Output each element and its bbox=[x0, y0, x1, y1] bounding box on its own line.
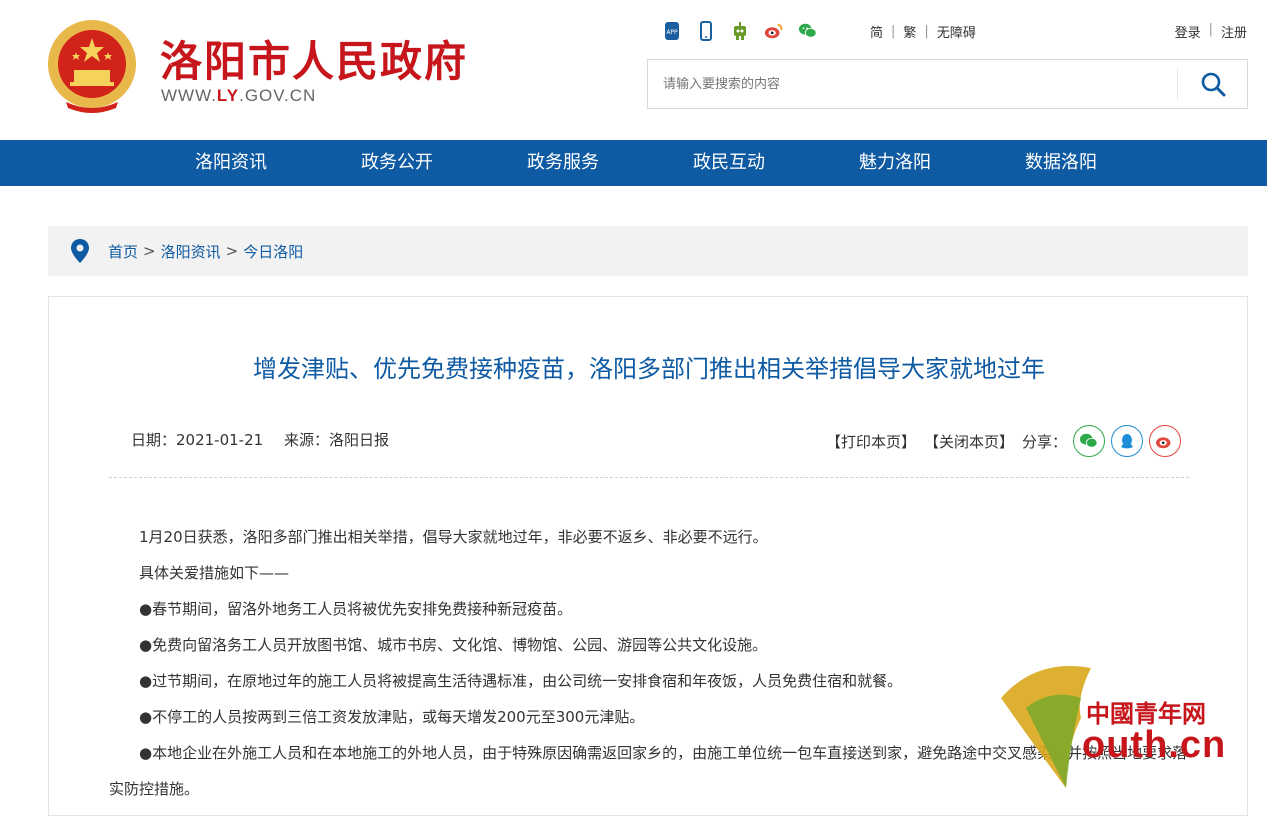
separator: | bbox=[891, 24, 896, 39]
article-tools: 【打印本页】 【关闭本页】 分享： bbox=[826, 425, 1181, 457]
breadcrumb-news[interactable]: 洛阳资讯 bbox=[161, 241, 221, 262]
accessibility-link[interactable]: 无障碍 bbox=[937, 22, 976, 41]
article-paragraph: 1月20日获悉，洛阳多部门推出相关举措，倡导大家就地过年，非必要不返乡、非必要不… bbox=[139, 528, 768, 546]
weibo-icon[interactable] bbox=[764, 20, 784, 42]
nav-item-gov-services[interactable]: 政务服务 bbox=[480, 140, 646, 186]
quick-icons: APP bbox=[662, 20, 818, 42]
share-qq-button[interactable] bbox=[1111, 425, 1143, 457]
breadcrumb-separator: > bbox=[143, 242, 156, 260]
article-meta: 日期：2021-01-21 来源：洛阳日报 bbox=[131, 429, 405, 450]
site-url: WWW.LY.GOV.CN bbox=[161, 86, 316, 106]
lang-traditional[interactable]: 繁 bbox=[903, 22, 916, 41]
breadcrumb-home[interactable]: 首页 bbox=[108, 241, 138, 262]
breadcrumb: 首页 > 洛阳资讯 > 今日洛阳 bbox=[48, 226, 1248, 276]
breadcrumb-separator: > bbox=[225, 242, 239, 260]
app-icon[interactable]: APP bbox=[662, 20, 682, 42]
wechat-icon[interactable] bbox=[798, 20, 818, 42]
article-paragraph: 具体关爱措施如下—— bbox=[139, 564, 290, 582]
lang-simplified[interactable]: 简 bbox=[870, 22, 883, 41]
wechat-icon bbox=[1080, 433, 1098, 448]
auth-links: 登录 | 注册 bbox=[1175, 22, 1247, 41]
share-label: 分享： bbox=[1021, 432, 1067, 451]
separator: | bbox=[1208, 22, 1213, 37]
separator: | bbox=[924, 24, 929, 39]
article-date: 日期：2021-01-21 bbox=[131, 431, 264, 449]
site-header: 洛阳市人民政府 WWW.LY.GOV.CN APP 简 | 繁 | 无障碍 登录… bbox=[0, 0, 1267, 140]
print-link[interactable]: 【打印本页】 bbox=[826, 431, 916, 452]
breadcrumb-today[interactable]: 今日洛阳 bbox=[243, 241, 303, 262]
nav-item-gov-affairs-public[interactable]: 政务公开 bbox=[314, 140, 480, 186]
youth-cn-watermark: 中國青年网 outh.cn bbox=[996, 658, 1226, 798]
qq-icon bbox=[1121, 434, 1133, 449]
share-wechat-button[interactable] bbox=[1073, 425, 1105, 457]
close-link[interactable]: 【关闭本页】 bbox=[924, 431, 1014, 452]
search-input[interactable] bbox=[648, 60, 1177, 108]
register-link[interactable]: 注册 bbox=[1221, 22, 1247, 41]
article-source: 来源：洛阳日报 bbox=[283, 431, 389, 449]
mobile-icon[interactable] bbox=[696, 20, 716, 42]
nav-item-interaction[interactable]: 政民互动 bbox=[646, 140, 812, 186]
national-emblem-icon bbox=[48, 20, 136, 113]
search-box bbox=[647, 59, 1248, 109]
site-url-suffix: .GOV.CN bbox=[239, 86, 317, 105]
nav-item-news[interactable]: 洛阳资讯 bbox=[148, 140, 314, 186]
main-nav: 洛阳资讯 政务公开 政务服务 政民互动 魅力洛阳 数据洛阳 bbox=[0, 140, 1267, 186]
site-url-prefix: WWW. bbox=[161, 86, 217, 105]
login-link[interactable]: 登录 bbox=[1175, 22, 1201, 41]
site-name: 洛阳市人民政府 bbox=[160, 37, 469, 86]
search-icon bbox=[1201, 72, 1225, 97]
article-paragraph: ●春节期间，留洛外地务工人员将被优先安排免费接种新冠疫苗。 bbox=[139, 600, 573, 618]
location-pin-icon bbox=[71, 239, 89, 263]
search-button[interactable] bbox=[1177, 68, 1247, 100]
nav-item-data[interactable]: 数据洛阳 bbox=[978, 140, 1144, 186]
watermark-en-text: outh.cn bbox=[1082, 724, 1227, 766]
weibo-icon bbox=[1156, 437, 1171, 449]
article-title: 增发津贴、优先免费接种疫苗，洛阳多部门推出相关举措倡导大家就地过年 bbox=[253, 355, 1045, 383]
svg-text:APP: APP bbox=[666, 29, 678, 36]
robot-icon[interactable] bbox=[730, 20, 750, 42]
share-weibo-button[interactable] bbox=[1149, 425, 1181, 457]
site-url-highlight: LY bbox=[216, 86, 240, 105]
meta-divider bbox=[109, 477, 1189, 478]
nav-item-charm[interactable]: 魅力洛阳 bbox=[812, 140, 978, 186]
language-links: 简 | 繁 | 无障碍 bbox=[870, 22, 976, 41]
